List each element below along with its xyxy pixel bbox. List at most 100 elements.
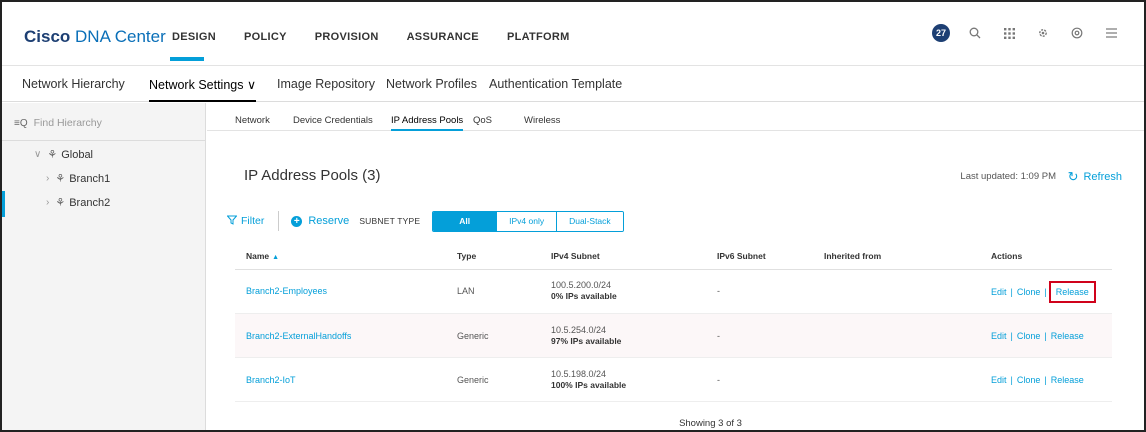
edit-link[interactable]: Edit [991, 375, 1007, 385]
subnav-image-repository[interactable]: Image Repository [277, 77, 375, 91]
edit-link[interactable]: Edit [991, 287, 1007, 297]
tree-item-branch2[interactable]: › ⚘ Branch2 [46, 196, 111, 210]
reserve-label: Reserve [308, 215, 350, 227]
filter-search-icon: ≡Q [14, 117, 28, 129]
search-icon[interactable] [964, 22, 986, 44]
nav-design[interactable]: DESIGN [170, 31, 216, 61]
tree-item-branch1[interactable]: › ⚘ Branch1 [46, 172, 110, 186]
pool-ipv6-subnet: - [717, 375, 720, 385]
table-row: Branch2-IoT Generic 10.5.198.0/24 100% I… [235, 358, 1112, 402]
pool-ipv4-subnet: 10.5.198.0/24 100% IPs available [551, 369, 626, 390]
hierarchy-sidebar: ≡Q Find Hierarchy ∨ ⚘ Global › ⚘ Branch1… [2, 103, 206, 430]
row-actions: Edit | Clone | Release [991, 331, 1084, 341]
apps-grid-icon[interactable] [998, 22, 1020, 44]
pagination-summary: Showing 3 of 3 [207, 418, 1144, 429]
subnet-value: 10.5.254.0/24 [551, 325, 607, 335]
plus-circle-icon: + [291, 215, 303, 227]
ip-availability: 100% IPs available [551, 380, 627, 390]
tree-item-label: Branch2 [69, 196, 111, 209]
table-header: Name ▲ Type IPv4 Subnet IPv6 Subnet Inher… [235, 244, 1112, 270]
subnet-type-ipv4-only[interactable]: IPv4 only [496, 211, 557, 231]
filter-label: Filter [241, 215, 265, 227]
tree-item-global[interactable]: ∨ ⚘ Global [34, 148, 93, 162]
release-link[interactable]: Release [1051, 375, 1084, 385]
brand-cisco: Cisco [24, 27, 71, 46]
toolbar-divider [278, 211, 280, 231]
brand-product: DNA Center [75, 27, 166, 46]
gear-icon[interactable] [1032, 22, 1054, 44]
ip-availability: 97% IPs available [551, 336, 622, 346]
app-window: Cisco DNA Center DESIGN POLICY PROVISION… [0, 0, 1146, 432]
pool-name-link[interactable]: Branch2-ExternalHandoffs [246, 331, 351, 341]
last-updated-text: Last updated: 1:09 PM [960, 171, 1056, 182]
action-separator: | [1044, 287, 1047, 297]
reserve-button[interactable]: + Reserve [291, 215, 349, 227]
pool-type: Generic [457, 331, 489, 341]
chevron-down-icon[interactable]: ∨ [34, 149, 41, 160]
refresh-label: Refresh [1083, 171, 1122, 183]
edit-link[interactable]: Edit [991, 331, 1007, 341]
find-hierarchy-search[interactable]: ≡Q Find Hierarchy [14, 117, 102, 129]
header-icons: 27 [918, 22, 1122, 44]
sidebar-divider [2, 140, 206, 141]
notification-icon[interactable]: 27 [930, 22, 952, 44]
release-link[interactable]: Release [1048, 281, 1096, 303]
release-link[interactable]: Release [1051, 331, 1084, 341]
menu-icon[interactable] [1100, 22, 1122, 44]
action-separator: | [1010, 375, 1013, 385]
pool-type: LAN [457, 286, 475, 296]
pool-ipv6-subnet: - [717, 331, 720, 341]
showing-count: Showing 3 of 3 [679, 418, 742, 429]
pools-toolbar: Filter + Reserve SUBNET TYPE All IPv4 on… [226, 209, 624, 233]
subnav-network-settings[interactable]: Network Settings ∨ [149, 77, 257, 102]
column-header-ipv6-subnet[interactable]: IPv6 Subnet [717, 251, 766, 261]
tab-wireless[interactable]: Wireless [524, 115, 560, 126]
subnet-type-all[interactable]: All [433, 211, 497, 231]
tab-qos[interactable]: QoS [473, 115, 492, 126]
subnet-value: 100.5.200.0/24 [551, 280, 612, 290]
nav-policy[interactable]: POLICY [244, 31, 287, 43]
pool-ipv4-subnet: 10.5.254.0/24 97% IPs available [551, 325, 621, 346]
pool-name-link[interactable]: Branch2-Employees [246, 286, 327, 296]
row-actions: Edit | Clone | Release [991, 281, 1096, 303]
help-icon[interactable] [1066, 22, 1088, 44]
filter-icon [226, 215, 238, 228]
action-separator: | [1010, 331, 1013, 341]
subnav-network-hierarchy[interactable]: Network Hierarchy [22, 77, 125, 91]
main-nav: DESIGN POLICY PROVISION ASSURANCE PLATFO… [170, 31, 598, 61]
row-actions: Edit | Clone | Release [991, 375, 1084, 385]
site-icon: ⚘ [55, 197, 66, 209]
clone-link[interactable]: Clone [1017, 287, 1041, 297]
subnav-network-profiles[interactable]: Network Profiles [386, 77, 477, 91]
tree-item-label: Global [61, 148, 93, 161]
ip-availability: 0% IPs available [551, 291, 617, 301]
app-logo[interactable]: Cisco DNA Center [24, 27, 166, 47]
column-header-label: Name [246, 251, 270, 261]
top-navigation-bar: Cisco DNA Center DESIGN POLICY PROVISION… [2, 2, 1144, 66]
filter-button[interactable]: Filter [226, 215, 265, 228]
chevron-right-icon[interactable]: › [46, 197, 49, 208]
tab-ip-address-pools[interactable]: IP Address Pools [391, 115, 464, 131]
column-header-inherited-from[interactable]: Inherited from [824, 251, 881, 261]
column-header-name[interactable]: Name ▲ [246, 251, 279, 261]
refresh-button[interactable]: ↻ Refresh [1068, 169, 1122, 185]
pool-type: Generic [457, 375, 489, 385]
pool-name-link[interactable]: Branch2-IoT [246, 375, 296, 385]
tab-network[interactable]: Network [235, 115, 270, 126]
pool-ipv6-subnet: - [717, 286, 720, 296]
nav-assurance[interactable]: ASSURANCE [407, 31, 479, 43]
column-header-type[interactable]: Type [457, 251, 476, 261]
subnet-type-dual-stack[interactable]: Dual-Stack [556, 211, 623, 231]
nav-platform[interactable]: PLATFORM [507, 31, 570, 43]
subnav-authentication-template[interactable]: Authentication Template [489, 77, 622, 91]
find-hierarchy-placeholder: Find Hierarchy [33, 117, 102, 129]
tab-device-credentials[interactable]: Device Credentials [293, 115, 373, 126]
clone-link[interactable]: Clone [1017, 331, 1041, 341]
nav-provision[interactable]: PROVISION [315, 31, 379, 43]
sort-ascending-icon[interactable]: ▲ [272, 254, 279, 261]
site-icon: ⚘ [55, 173, 66, 185]
clone-link[interactable]: Clone [1017, 375, 1041, 385]
refresh-icon: ↻ [1067, 169, 1079, 184]
chevron-right-icon[interactable]: › [46, 173, 49, 184]
column-header-ipv4-subnet[interactable]: IPv4 Subnet [551, 251, 600, 261]
